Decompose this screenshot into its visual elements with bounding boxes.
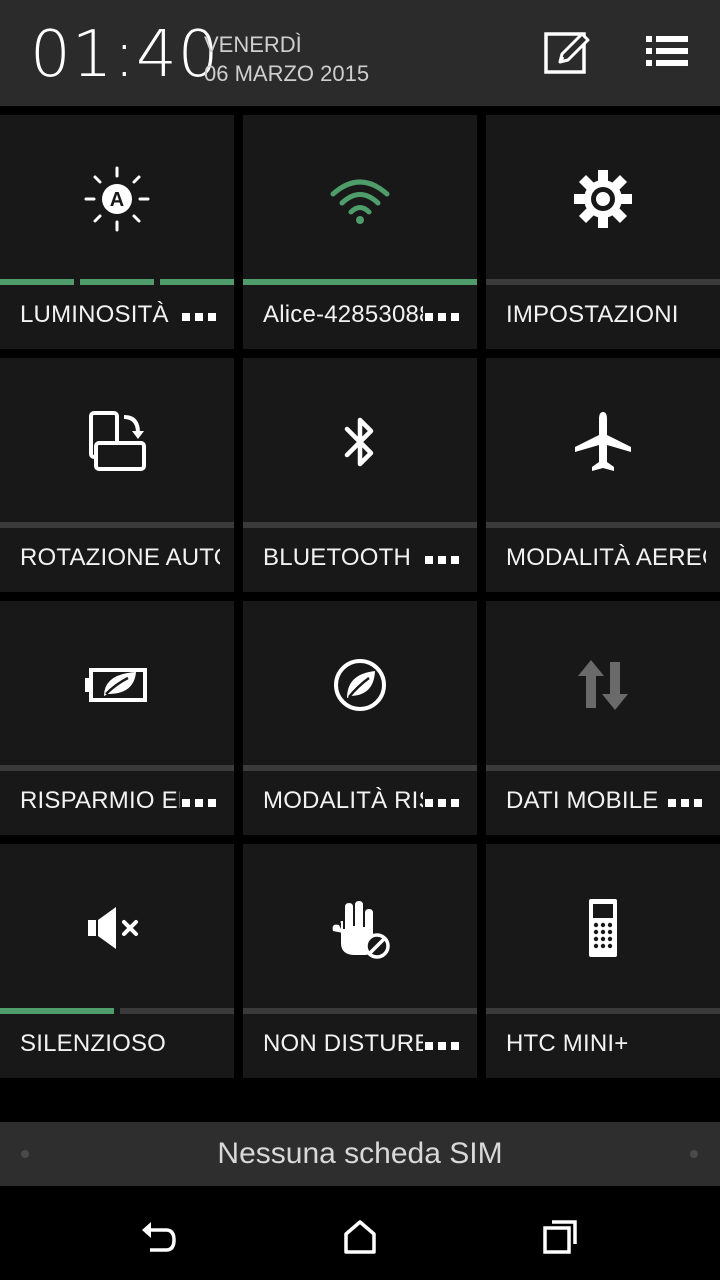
more-options-button[interactable] xyxy=(182,799,218,809)
eco-leaf-icon xyxy=(243,645,477,725)
sim-status-text: Nessuna scheda SIM xyxy=(217,1137,503,1170)
list-icon xyxy=(646,36,688,66)
airplane-icon xyxy=(486,402,720,482)
tile-label: HTC MINI+ xyxy=(506,1030,629,1057)
settings-bar xyxy=(486,279,720,285)
edit-button[interactable] xyxy=(542,28,592,78)
more-options-button[interactable] xyxy=(425,1042,461,1052)
tile-label: BLUETOOTH xyxy=(263,544,412,571)
sim-status-bar: Nessuna scheda SIM xyxy=(0,1122,720,1186)
power-saving-bar xyxy=(243,765,477,771)
navigation-bar xyxy=(0,1186,720,1280)
bluetooth-bar xyxy=(243,522,477,528)
home-button[interactable] xyxy=(330,1206,390,1266)
more-options-button[interactable] xyxy=(425,799,461,809)
tile-label: Alice-42853088 xyxy=(263,301,423,328)
edit-icon xyxy=(544,32,590,74)
day-label: VENERDÌ xyxy=(204,32,302,57)
more-options-button[interactable] xyxy=(425,313,461,323)
tile-bluetooth[interactable]: BLUETOOTH xyxy=(243,358,477,592)
brightness-auto-icon: A xyxy=(0,159,234,239)
tile-label: SILENZIOSO xyxy=(20,1030,167,1057)
more-options-button[interactable] xyxy=(425,556,461,566)
htc-mini-phone-icon xyxy=(486,888,720,968)
battery-saver-bar xyxy=(0,765,234,771)
tile-label: IMPOSTAZIONI xyxy=(506,301,679,328)
tile-label: MODALITÀ RISPARMIO xyxy=(263,787,423,814)
tile-wifi[interactable]: Alice-42853088 xyxy=(243,115,477,349)
wifi-icon xyxy=(243,159,477,239)
tile-do-not-disturb[interactable]: NON DISTURBARE xyxy=(243,844,477,1078)
dnd-bar xyxy=(243,1008,477,1014)
back-icon xyxy=(142,1222,176,1252)
rotation-bar xyxy=(0,522,234,528)
silent-level-bar xyxy=(0,1008,234,1014)
svg-text:A: A xyxy=(110,189,124,211)
bluetooth-icon xyxy=(243,402,477,482)
mobile-data-icon xyxy=(486,645,720,725)
battery-saver-icon xyxy=(0,645,234,725)
recents-icon xyxy=(543,1220,577,1254)
tile-htc-mini[interactable]: HTC MINI+ xyxy=(486,844,720,1078)
tile-silent[interactable]: SILENZIOSO xyxy=(0,844,234,1078)
do-not-disturb-hand-icon xyxy=(243,888,477,968)
tile-brightness[interactable]: A LUMINOSITÀ xyxy=(0,115,234,349)
status-dot-right xyxy=(690,1150,698,1158)
more-options-button[interactable] xyxy=(668,799,704,809)
tile-battery-saver[interactable]: RISPARMIO ENERGETICO xyxy=(0,601,234,835)
airplane-bar xyxy=(486,522,720,528)
mobile-data-bar xyxy=(486,765,720,771)
wifi-status-bar xyxy=(243,279,477,285)
tile-settings[interactable]: IMPOSTAZIONI xyxy=(486,115,720,349)
tile-label: ROTAZIONE AUTOMATICA xyxy=(20,544,220,571)
tile-power-saving-mode[interactable]: MODALITÀ RISPARMIO xyxy=(243,601,477,835)
tile-label: MODALITÀ AEREO xyxy=(506,544,706,571)
back-button[interactable] xyxy=(128,1206,188,1266)
auto-rotate-icon xyxy=(0,402,234,482)
mute-icon xyxy=(0,888,234,968)
settings-gear-icon xyxy=(486,159,720,239)
notification-header: 01:40 VENERDÌ 06 MARZO 2015 xyxy=(0,0,720,106)
tile-auto-rotate[interactable]: ROTAZIONE AUTOMATICA xyxy=(0,358,234,592)
tile-label: RISPARMIO ENERGETICO xyxy=(20,787,180,814)
date-label: 06 MARZO 2015 xyxy=(204,61,370,86)
htc-mini-bar xyxy=(486,1008,720,1014)
recents-button[interactable] xyxy=(530,1206,590,1266)
tile-mobile-data[interactable]: DATI MOBILE xyxy=(486,601,720,835)
tile-label: NON DISTURBARE xyxy=(263,1030,423,1057)
tile-airplane-mode[interactable]: MODALITÀ AEREO xyxy=(486,358,720,592)
date-block: VENERDÌ 06 MARZO 2015 xyxy=(204,30,369,88)
tile-label: DATI MOBILE xyxy=(506,787,659,814)
brightness-level-bar xyxy=(0,279,234,285)
more-options-button[interactable] xyxy=(182,313,218,323)
list-button[interactable] xyxy=(642,28,692,78)
clock: 01:40 xyxy=(30,18,220,92)
home-icon xyxy=(344,1220,376,1254)
tile-label: LUMINOSITÀ xyxy=(20,301,169,328)
